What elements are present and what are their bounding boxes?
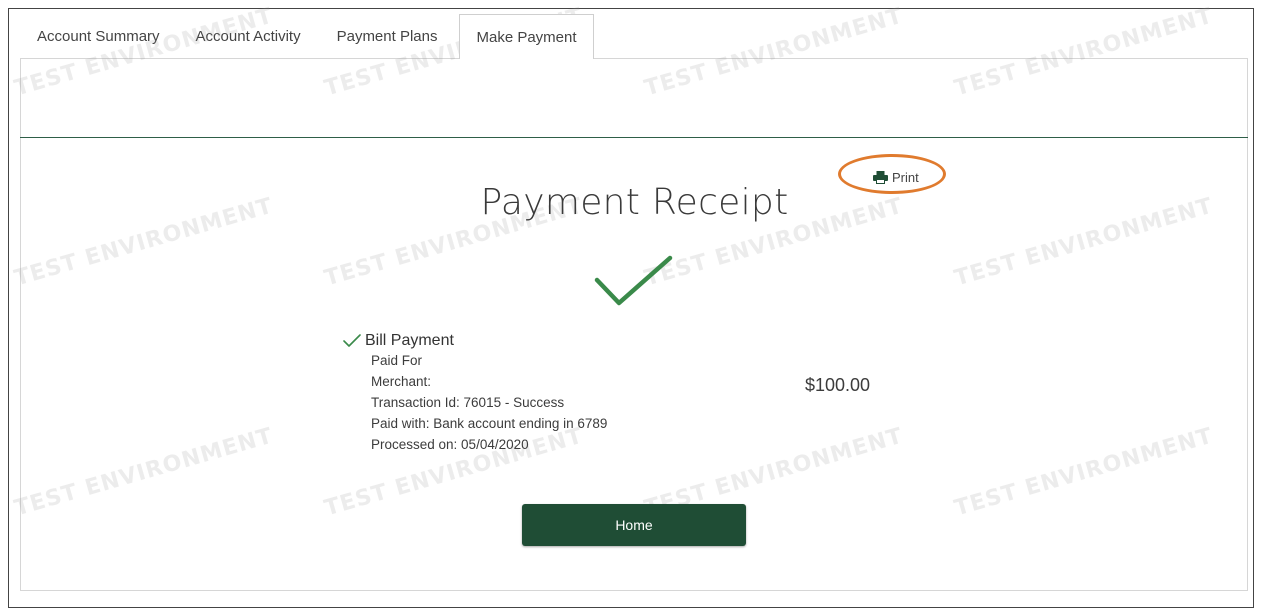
printer-icon — [873, 171, 888, 184]
tab-make-payment[interactable]: Make Payment — [459, 14, 594, 59]
tab-account-summary[interactable]: Account Summary — [19, 14, 178, 59]
small-checkmark-icon — [343, 334, 361, 347]
print-button[interactable]: Print — [873, 170, 919, 185]
payment-amount: $100.00 — [805, 375, 871, 395]
payment-type-row: Bill Payment — [343, 332, 607, 350]
transaction-id: Transaction Id: 76015 - Success — [371, 395, 565, 410]
checkmark-icon — [594, 255, 673, 306]
print-label: Print — [892, 170, 919, 185]
merchant-label: Merchant: — [371, 374, 432, 389]
tab-account-activity[interactable]: Account Activity — [178, 14, 319, 59]
payment-summary: Bill Payment Paid For Merchant: Transact… — [343, 332, 607, 455]
payment-type: Bill Payment — [365, 332, 454, 349]
tab-header-panel — [20, 58, 1248, 137]
home-button[interactable]: Home — [522, 504, 746, 546]
paid-for-label: Paid For — [371, 353, 423, 368]
tab-bar: Account Summary Account Activity Payment… — [19, 14, 594, 59]
tab-payment-plans[interactable]: Payment Plans — [319, 14, 456, 59]
processed-on: Processed on: 05/04/2020 — [371, 437, 529, 452]
paid-with: Paid with: Bank account ending in 6789 — [371, 416, 608, 431]
page-title: Payment Receipt — [480, 182, 789, 223]
